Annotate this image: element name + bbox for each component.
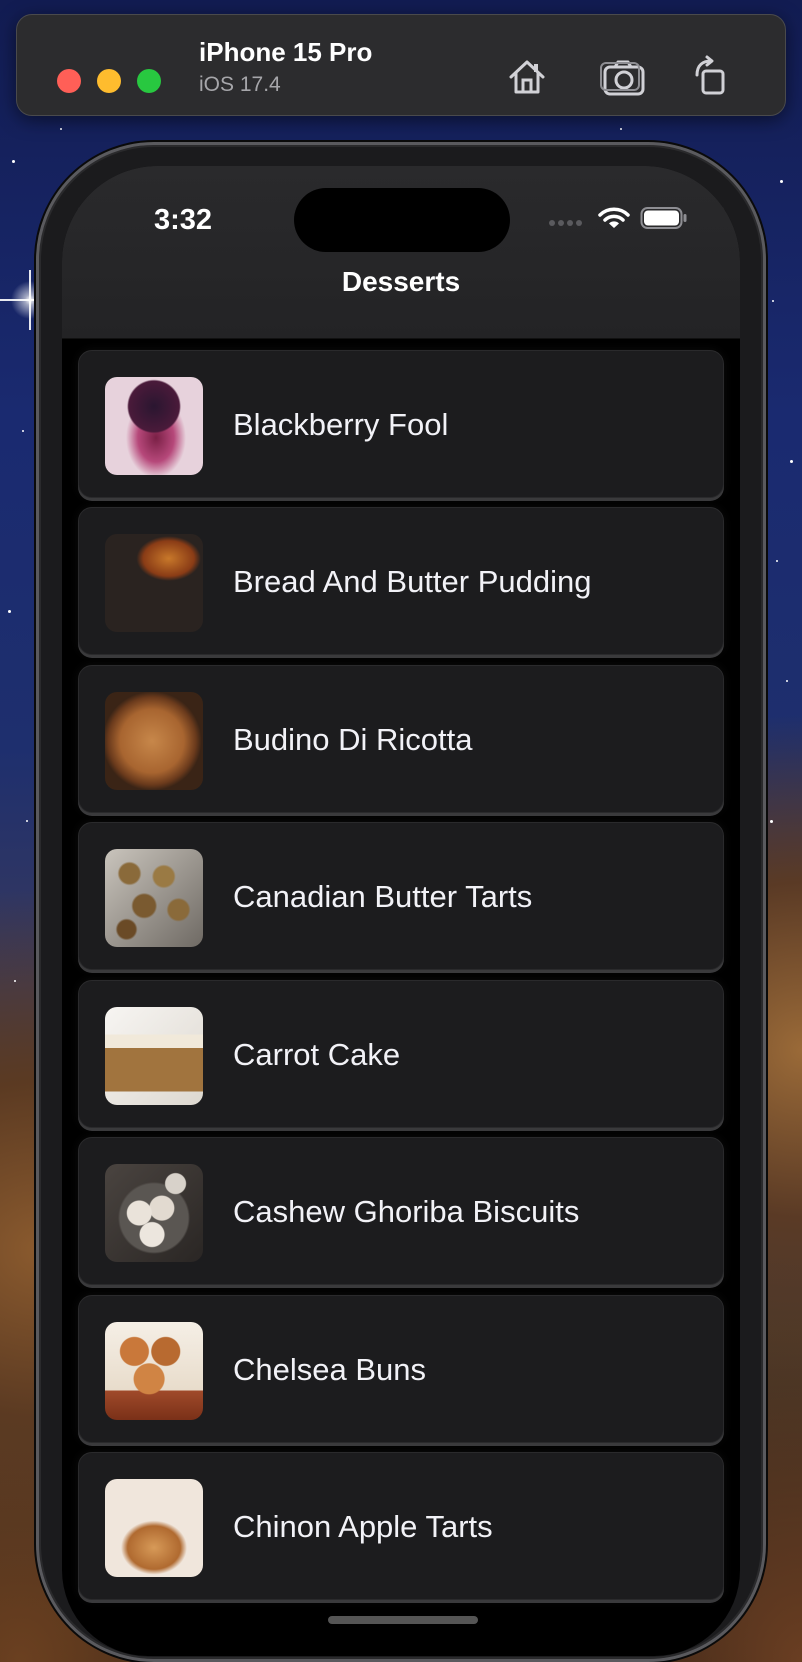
star [770, 820, 773, 823]
home-indicator[interactable] [328, 1616, 478, 1624]
list-item[interactable]: Chelsea Buns [78, 1295, 724, 1443]
star [22, 430, 24, 432]
star [620, 128, 622, 130]
dessert-name: Cashew Ghoriba Biscuits [233, 1194, 580, 1229]
list-item[interactable]: Chinon Apple Tarts [78, 1452, 724, 1600]
star [776, 560, 778, 562]
cellular-signal-icon [548, 211, 588, 231]
dessert-name: Canadian Butter Tarts [233, 879, 533, 914]
screenshot-button[interactable] [597, 51, 649, 103]
dessert-name: Blackberry Fool [233, 407, 449, 442]
home-icon [509, 60, 545, 94]
dessert-thumbnail [105, 1322, 203, 1420]
status-indicators [548, 206, 688, 235]
dessert-name: Carrot Cake [233, 1037, 401, 1072]
star [14, 980, 16, 982]
star [790, 460, 793, 463]
device-screen: Blackberry Fool Bread And Butter Pudding… [62, 166, 740, 1656]
star [780, 180, 783, 183]
star [786, 680, 788, 682]
navigation-bar: 3:32 Desserts [62, 166, 740, 338]
list-item[interactable]: Canadian Butter Tarts [78, 822, 724, 970]
camera-icon [600, 60, 645, 96]
list-item[interactable]: Cashew Ghoriba Biscuits [78, 1137, 724, 1285]
star [8, 610, 11, 613]
dynamic-island [294, 188, 510, 252]
star [60, 128, 62, 130]
star [26, 820, 28, 822]
dessert-thumbnail [105, 1164, 203, 1262]
dessert-thumbnail [105, 1007, 203, 1105]
dessert-name: Chelsea Buns [233, 1352, 427, 1387]
rotate-icon [695, 55, 725, 95]
battery-icon [640, 206, 688, 235]
dessert-name: Bread And Butter Pudding [233, 564, 592, 599]
list-item[interactable]: Carrot Cake [78, 980, 724, 1128]
dessert-name: Chinon Apple Tarts [233, 1509, 493, 1544]
rotate-button[interactable] [687, 51, 739, 103]
status-time: 3:32 [154, 204, 213, 236]
star [772, 300, 774, 302]
dessert-thumbnail [105, 849, 203, 947]
list-item[interactable]: Budino Di Ricotta [78, 665, 724, 813]
zoom-window-button[interactable] [137, 69, 161, 93]
minimize-window-button[interactable] [97, 69, 121, 93]
list-item[interactable]: Blackberry Fool [78, 350, 724, 498]
star [12, 160, 15, 163]
dessert-thumbnail [105, 1479, 203, 1577]
simulator-title-bar: iPhone 15 Pro iOS 17.4 [16, 14, 786, 116]
dessert-thumbnail [105, 692, 203, 790]
page-title: Desserts [341, 266, 461, 297]
dessert-name: Budino Di Ricotta [233, 722, 473, 757]
close-window-button[interactable] [57, 69, 81, 93]
list-item[interactable]: Bread And Butter Pudding [78, 507, 724, 655]
device-name: iPhone 15 Pro [199, 37, 373, 67]
home-button[interactable] [501, 51, 553, 103]
dessert-thumbnail [105, 534, 203, 632]
os-version: iOS 17.4 [199, 73, 281, 96]
wifi-icon [598, 206, 630, 235]
dessert-thumbnail [105, 377, 203, 475]
